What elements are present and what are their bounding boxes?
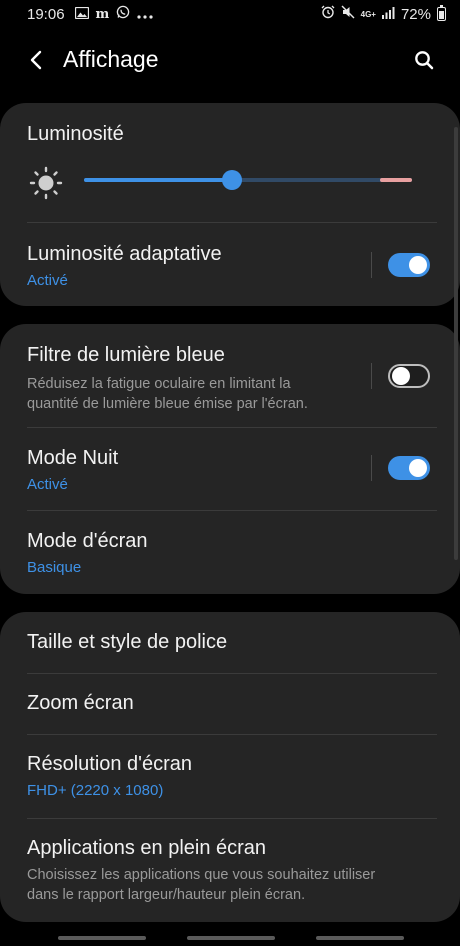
4g-plus-icon: 4G+ [360, 9, 376, 19]
blue-light-filter-description: Réduisez la fatigue oculaire en limitant… [27, 375, 437, 414]
system-icons: 4G+ 72% [321, 5, 446, 23]
night-mode-title: Mode Nuit [27, 447, 119, 469]
divider [27, 673, 437, 674]
search-button[interactable] [410, 46, 438, 74]
night-mode-row[interactable]: Mode Nuit Activé [27, 447, 437, 493]
toggle-separator [371, 363, 372, 389]
signal-icon [381, 6, 395, 23]
nav-home-handle[interactable] [187, 936, 275, 940]
back-button[interactable] [22, 46, 50, 74]
screen-resolution-value: FHD+ (2220 x 1080) [27, 782, 164, 799]
screen-mode-row[interactable]: Mode d'écran Basique [27, 530, 437, 576]
full-screen-apps-row[interactable]: Applications en plein écran Choisissez l… [27, 837, 437, 905]
m-app-icon: m [95, 6, 110, 22]
toggle-separator [371, 252, 372, 278]
adaptive-brightness-status: Activé [27, 272, 68, 289]
font-size-style-title: Taille et style de police [27, 631, 228, 653]
full-screen-apps-title: Applications en plein écran [27, 837, 267, 859]
brightness-slider-thumb[interactable] [221, 170, 242, 190]
back-arrow-icon [30, 50, 42, 70]
mute-icon [341, 5, 355, 23]
battery-icon [437, 5, 446, 21]
divider [27, 510, 437, 511]
status-bar: 19:06 m 4G+ 72% [0, 0, 460, 28]
adaptive-brightness-title: Luminosité adaptative [27, 243, 222, 265]
blue-light-filter-title: Filtre de lumière bleue [27, 344, 225, 366]
screen-resolution-title: Résolution d'écran [27, 753, 193, 775]
blue-light-filter-row[interactable]: Filtre de lumière bleue Réduisez la fati… [27, 344, 437, 414]
screen-zoom-title: Zoom écran [27, 692, 134, 714]
brightness-label: Luminosité [27, 123, 124, 145]
description-line: dans le rapport largeur/hauteur plein éc… [27, 886, 306, 903]
screen-zoom-row[interactable]: Zoom écran [27, 692, 437, 715]
nav-back-handle[interactable] [316, 936, 404, 940]
brightness-slider-fill [84, 178, 232, 182]
whatsapp-icon [116, 5, 130, 23]
description-line: Réduisez la fatigue oculaire en limitant… [27, 376, 291, 392]
gallery-icon [74, 6, 89, 23]
adaptive-brightness-row[interactable]: Luminosité adaptative Activé [27, 243, 437, 289]
screen-resolution-row[interactable]: Résolution d'écran FHD+ (2220 x 1080) [27, 753, 437, 799]
divider [27, 427, 437, 428]
scrollbar[interactable] [454, 127, 458, 560]
brightness-slider-high-zone [380, 178, 412, 182]
blue-light-filter-toggle[interactable] [388, 364, 430, 388]
status-time: 19:06 [27, 5, 65, 23]
divider [27, 222, 437, 223]
toggle-knob [409, 256, 427, 274]
brightness-card: Luminosité Luminosité adaptative Activé [0, 103, 460, 306]
toggle-knob [409, 459, 427, 477]
toggle-separator [371, 455, 372, 481]
battery-percent: 72% [400, 5, 431, 23]
font-size-style-row[interactable]: Taille et style de police [27, 631, 437, 654]
nav-recents-handle[interactable] [58, 936, 146, 940]
sun-icon [29, 166, 63, 200]
search-icon [415, 51, 434, 70]
alarm-icon [321, 5, 335, 23]
screen-mode-value: Basique [27, 559, 82, 576]
navigation-bar [0, 930, 460, 946]
divider [27, 818, 437, 819]
toggle-knob [392, 367, 410, 385]
full-screen-apps-description: Choisissez les applications que vous sou… [27, 866, 437, 905]
adaptive-brightness-toggle[interactable] [388, 253, 430, 277]
notification-icons: m [74, 5, 154, 23]
page-title: Affichage [63, 46, 159, 72]
night-mode-status: Activé [27, 476, 68, 493]
brightness-section: Luminosité [27, 123, 437, 146]
display-options-card: Filtre de lumière bleue Réduisez la fati… [0, 324, 460, 594]
description-line: Choisissez les applications que vous sou… [27, 867, 376, 883]
divider [27, 734, 437, 735]
screen-mode-title: Mode d'écran [27, 530, 148, 552]
more-display-card: Taille et style de police Zoom écran Rés… [0, 612, 460, 922]
brightness-slider[interactable] [84, 170, 412, 190]
app-bar: Affichage [0, 36, 460, 84]
night-mode-toggle[interactable] [388, 456, 430, 480]
more-dots-icon [137, 6, 153, 23]
description-line: quantité de lumière bleue émise par l'éc… [27, 395, 308, 412]
